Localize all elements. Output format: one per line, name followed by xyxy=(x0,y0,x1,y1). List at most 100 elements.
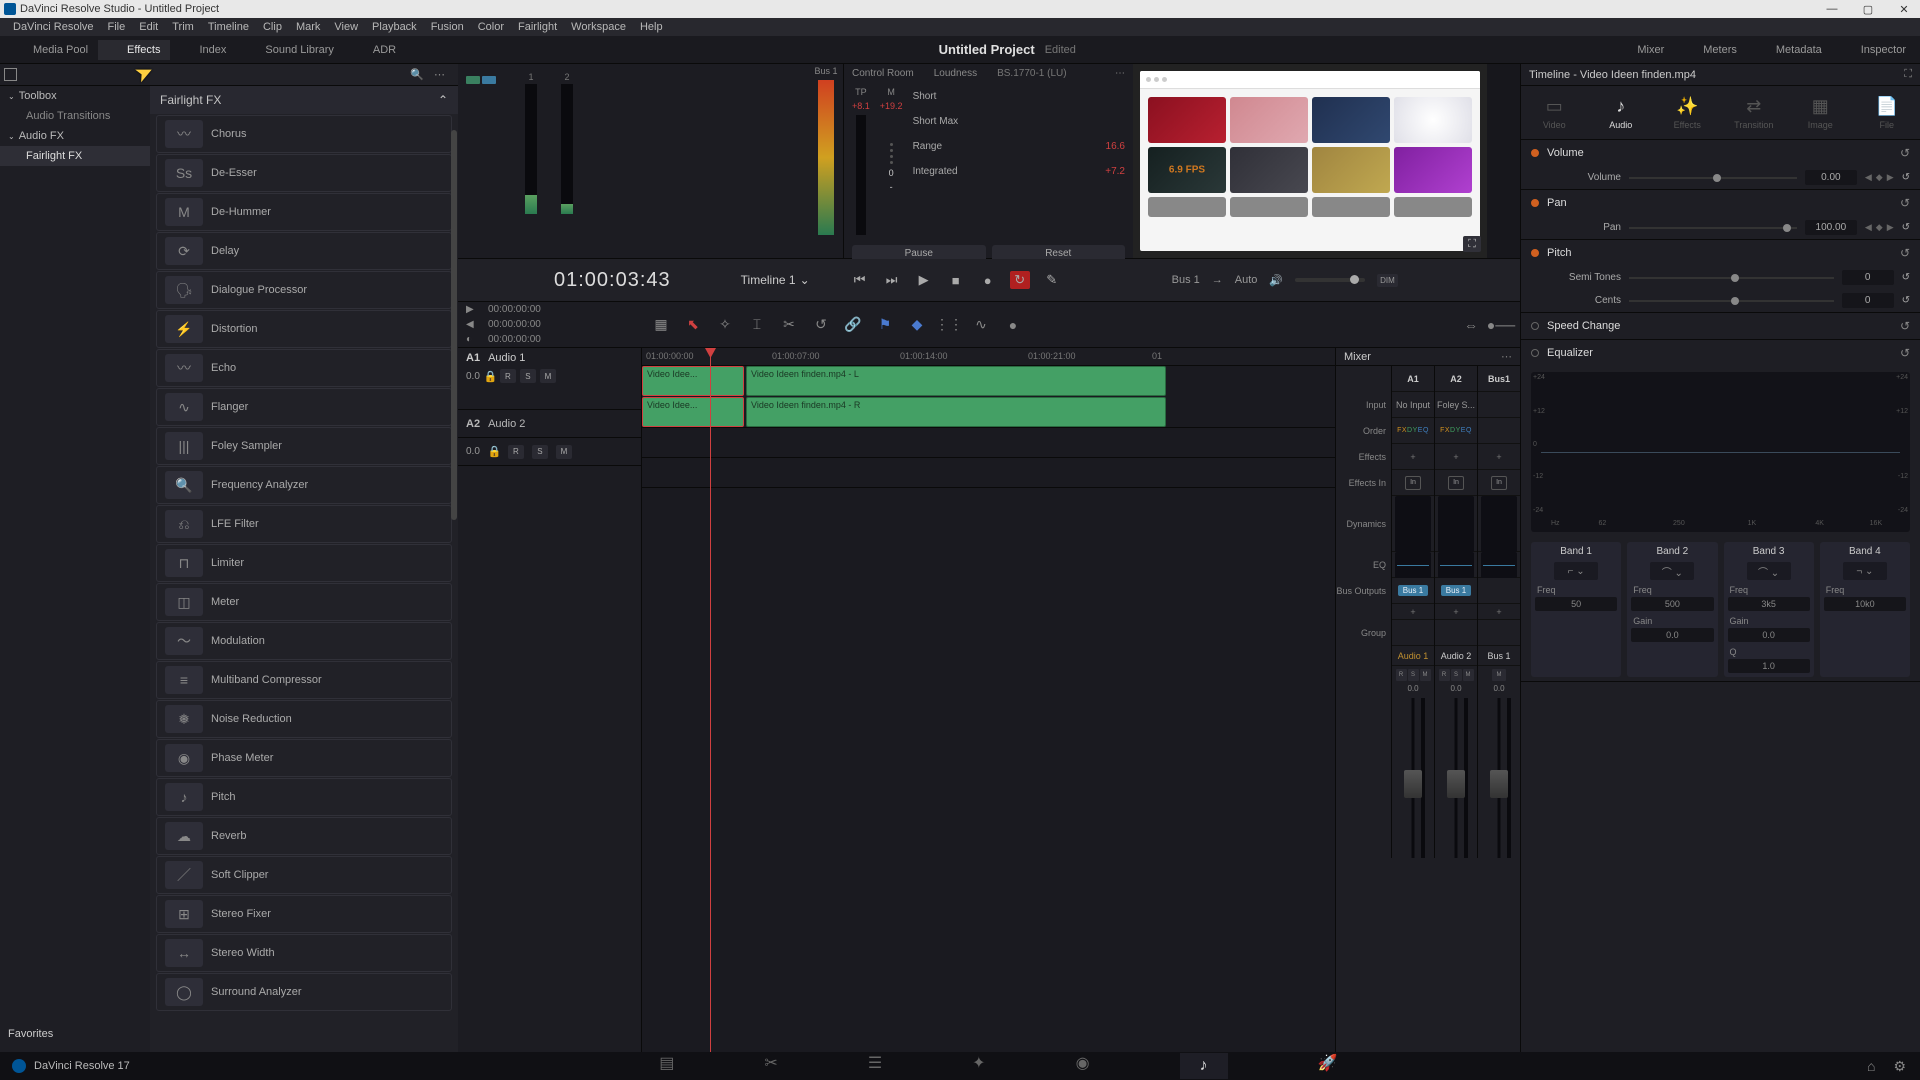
menu-fairlight[interactable]: Fairlight xyxy=(511,19,564,35)
maximize-button[interactable]: ▢ xyxy=(1856,1,1880,17)
fx-de-hummer[interactable]: MDe-Hummer xyxy=(156,193,452,231)
reset-icon[interactable]: ↺ xyxy=(1902,172,1910,183)
loudness-standard[interactable]: BS.1770-1 (LU) xyxy=(997,68,1066,79)
menu-trim[interactable]: Trim xyxy=(165,19,201,35)
next-button[interactable]: ⏭ xyxy=(882,270,902,290)
fx-echo[interactable]: 〰Echo xyxy=(156,349,452,387)
sidebar-audio-transitions[interactable]: Audio Transitions xyxy=(0,106,150,126)
tool-adr[interactable]: ADR xyxy=(344,40,406,60)
tool-sound-library[interactable]: Sound Library xyxy=(236,40,344,60)
favorites-label[interactable]: Favorites xyxy=(8,1028,53,1040)
track-head-a1[interactable]: A1Audio 1 0.0 🔒 R S M xyxy=(458,348,641,410)
settings-icon[interactable]: ⚙ xyxy=(1893,1058,1906,1075)
fx-lfe-filter[interactable]: ⎌LFE Filter xyxy=(156,505,452,543)
fx-stereo-width[interactable]: ↔Stereo Width xyxy=(156,934,452,972)
tl-grid-icon[interactable]: ▦ xyxy=(652,316,670,334)
mixer-options-icon[interactable]: ⋯ xyxy=(1501,350,1512,363)
cents-slider[interactable] xyxy=(1629,300,1834,302)
menu-playback[interactable]: Playback xyxy=(365,19,424,35)
trim-tool[interactable]: ↺ xyxy=(812,316,830,334)
audio-fx-section[interactable]: ⌄Audio FX xyxy=(0,126,150,146)
lock-icon[interactable]: 🔒 xyxy=(488,445,500,458)
speaker-icon[interactable]: 🔊 xyxy=(1269,274,1283,287)
pan-value[interactable]: 100.00 xyxy=(1805,220,1857,235)
fx-category-header[interactable]: Fairlight FX⌃ xyxy=(150,86,458,114)
fx-frequency-analyzer[interactable]: 🔍Frequency Analyzer xyxy=(156,466,452,504)
band-shape-selector[interactable]: ⌐ ⌄ xyxy=(1554,562,1598,580)
fx-foley-sampler[interactable]: |||Foley Sampler xyxy=(156,427,452,465)
menu-davinci-resolve[interactable]: DaVinci Resolve xyxy=(6,19,101,35)
fx-meter[interactable]: ◫Meter xyxy=(156,583,452,621)
tool-inspector[interactable]: Inspector xyxy=(1832,40,1916,60)
menu-view[interactable]: View xyxy=(327,19,365,35)
dynamics-graph[interactable] xyxy=(1438,496,1474,552)
deliver-page[interactable]: 🚀 xyxy=(1318,1053,1338,1079)
add-effect[interactable]: + xyxy=(1392,444,1434,470)
dim-button[interactable]: DIM xyxy=(1377,274,1398,287)
timeline-area[interactable]: 01:00:00:00 01:00:07:00 01:00:14:00 01:0… xyxy=(642,348,1335,1052)
snap-tool[interactable]: ⋮⋮ xyxy=(940,316,958,334)
inspector-tab-transition[interactable]: ⇄Transition xyxy=(1721,86,1788,139)
eq-graph[interactable] xyxy=(1395,552,1431,578)
volume-value[interactable]: 0.00 xyxy=(1805,170,1857,185)
menu-color[interactable]: Color xyxy=(471,19,511,35)
cut-page[interactable]: ✂ xyxy=(764,1053,777,1079)
menu-workspace[interactable]: Workspace xyxy=(564,19,633,35)
dynamics-graph[interactable] xyxy=(1481,496,1517,552)
freq-value[interactable]: 500 xyxy=(1631,597,1713,611)
solo-button[interactable]: S xyxy=(520,369,536,383)
loop-button[interactable]: ↻ xyxy=(1010,270,1030,290)
waveform-tool[interactable]: ∿ xyxy=(972,316,990,334)
band-shape-selector[interactable]: ⌒ ⌄ xyxy=(1650,562,1694,580)
band-shape-selector[interactable]: ⌒ ⌄ xyxy=(1747,562,1791,580)
color-page[interactable]: ◉ xyxy=(1076,1053,1090,1079)
fx-limiter[interactable]: ⊓Limiter xyxy=(156,544,452,582)
edit-page[interactable]: ☰ xyxy=(868,1053,882,1079)
fx-multiband-compressor[interactable]: ≡Multiband Compressor xyxy=(156,661,452,699)
menu-edit[interactable]: Edit xyxy=(132,19,165,35)
blade-tool[interactable]: ✂ xyxy=(780,316,798,334)
kf-next-icon[interactable]: ▶ xyxy=(1887,172,1894,183)
stop-button[interactable]: ■ xyxy=(946,270,966,290)
add-effect[interactable]: + xyxy=(1435,444,1477,470)
prev-button[interactable]: ⏮ xyxy=(850,270,870,290)
track-head-a2[interactable]: A2Audio 2 xyxy=(458,410,641,438)
tool-metadata[interactable]: Metadata xyxy=(1747,40,1832,60)
main-timecode[interactable]: 01:00:03:43 xyxy=(554,269,671,292)
reset-icon[interactable]: ↺ xyxy=(1902,272,1910,283)
freq-value[interactable]: 50 xyxy=(1535,597,1617,611)
eq-graph[interactable]: +24 +12 0 -12 -24 +24 +12 -12 -24 Hz 62 … xyxy=(1531,372,1910,532)
toolbox-section[interactable]: ⌄Toolbox xyxy=(0,86,150,106)
gain-value[interactable]: 0.0 xyxy=(1728,628,1810,642)
inspector-tab-image[interactable]: ▦Image xyxy=(1787,86,1854,139)
monitor-volume-slider[interactable] xyxy=(1295,278,1365,282)
arm-button[interactable]: R xyxy=(508,445,524,459)
volume-slider[interactable] xyxy=(1629,177,1797,179)
freq-value[interactable]: 3k5 xyxy=(1728,597,1810,611)
fx-noise-reduction[interactable]: ❅Noise Reduction xyxy=(156,700,452,738)
input-slot[interactable]: Foley S... xyxy=(1435,392,1477,418)
timeline-ruler[interactable]: 01:00:00:00 01:00:07:00 01:00:14:00 01:0… xyxy=(642,348,1335,366)
fx-flanger[interactable]: ∿Flanger xyxy=(156,388,452,426)
flag-tool[interactable]: ⚑ xyxy=(876,316,894,334)
menu-file[interactable]: File xyxy=(101,19,133,35)
reset-icon[interactable]: ↺ xyxy=(1900,196,1910,210)
search-icon[interactable]: 🔍 xyxy=(410,68,424,82)
sidebar-fairlight-fx[interactable]: Fairlight FX xyxy=(0,146,150,166)
tool-effects[interactable]: Effects xyxy=(98,40,170,60)
marker-tool[interactable]: ◆ xyxy=(908,316,926,334)
inspector-tab-effects[interactable]: ✨Effects xyxy=(1654,86,1721,139)
menu-mark[interactable]: Mark xyxy=(289,19,327,35)
fader[interactable] xyxy=(1443,698,1469,858)
tool-index[interactable]: Index xyxy=(170,40,236,60)
reset-icon[interactable]: ↺ xyxy=(1900,146,1910,160)
eq-graph[interactable] xyxy=(1438,552,1474,578)
inspector-tab-audio[interactable]: ♪Audio xyxy=(1588,86,1655,139)
kf-prev-icon[interactable]: ◀ xyxy=(1865,172,1872,183)
track-a1[interactable]: Video Idee... Video Ideen finden.mp4 - L… xyxy=(642,366,1335,428)
mute-button[interactable]: M xyxy=(540,369,556,383)
panel-layout-icon[interactable] xyxy=(4,68,17,81)
fx-distortion[interactable]: ⚡Distortion xyxy=(156,310,452,348)
tool-mixer[interactable]: Mixer xyxy=(1608,40,1674,60)
edit-tool[interactable]: ⌶ xyxy=(748,316,766,334)
